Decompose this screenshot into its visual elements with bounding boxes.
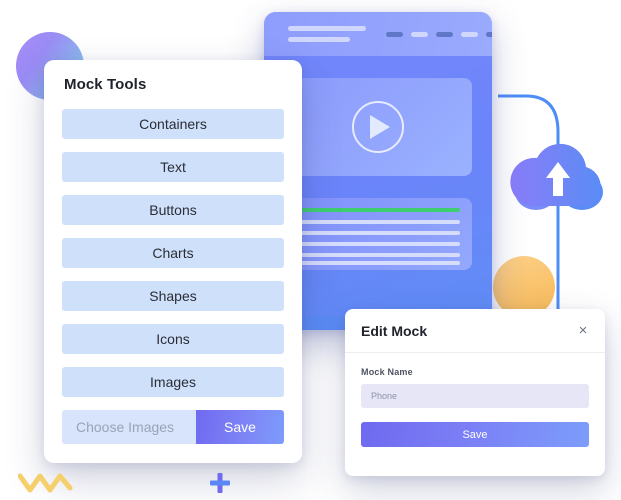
text-line (296, 261, 460, 265)
tool-item-icons[interactable]: Icons (62, 324, 284, 354)
plus-icon (210, 473, 230, 493)
tool-item-charts[interactable]: Charts (62, 238, 284, 268)
mock-name-input[interactable]: Phone (361, 384, 589, 408)
close-icon[interactable]: × (575, 322, 591, 339)
mock-tools-list: Containers Text Buttons Charts Shapes Ic… (44, 109, 302, 397)
mock-preview-topbar (264, 12, 492, 56)
topbar-nav-dash-2[interactable] (411, 32, 428, 37)
zigzag-icon (17, 473, 73, 493)
edit-mock-dialog: Edit Mock × Mock Name Phone Save (345, 309, 605, 476)
topbar-title-line-1 (288, 26, 366, 31)
mock-tools-title: Mock Tools (64, 76, 147, 93)
plus-decoration (209, 472, 231, 499)
zigzag-decoration (17, 472, 78, 500)
tool-item-shapes[interactable]: Shapes (62, 281, 284, 311)
tool-item-buttons[interactable]: Buttons (62, 195, 284, 225)
edit-mock-save-button[interactable]: Save (361, 422, 589, 447)
mock-name-label: Mock Name (361, 367, 413, 377)
cloud-upload-graphic (496, 92, 621, 332)
tools-save-button[interactable]: Save (196, 410, 284, 444)
topbar-nav-dash-5[interactable] (486, 32, 492, 37)
choose-images-input[interactable]: Choose Images (62, 410, 196, 444)
topbar-nav-dash-3[interactable] (436, 32, 453, 37)
illustration-canvas: Mock Tools Containers Text Buttons Chart… (0, 0, 621, 500)
text-line (296, 231, 460, 235)
edit-mock-title: Edit Mock (361, 322, 428, 339)
text-line (296, 220, 460, 224)
edit-mock-header: Edit Mock × (345, 309, 605, 353)
text-block-card (284, 198, 472, 270)
video-placeholder[interactable] (284, 78, 472, 176)
tool-item-images[interactable]: Images (62, 367, 284, 397)
mock-tools-panel: Mock Tools Containers Text Buttons Chart… (44, 60, 302, 463)
play-icon (370, 115, 390, 139)
accent-line-green (296, 208, 460, 212)
edit-mock-body: Mock Name Phone (345, 353, 605, 408)
mock-tools-footer: Choose Images Save (62, 410, 284, 444)
tool-item-containers[interactable]: Containers (62, 109, 284, 139)
text-line (296, 253, 460, 257)
topbar-title-line-2 (288, 37, 350, 42)
cloud-upload-icon (498, 94, 603, 332)
topbar-nav-dash-1[interactable] (386, 32, 403, 37)
tool-item-text[interactable]: Text (62, 152, 284, 182)
text-line (296, 242, 460, 246)
topbar-nav-dash-4[interactable] (461, 32, 478, 37)
